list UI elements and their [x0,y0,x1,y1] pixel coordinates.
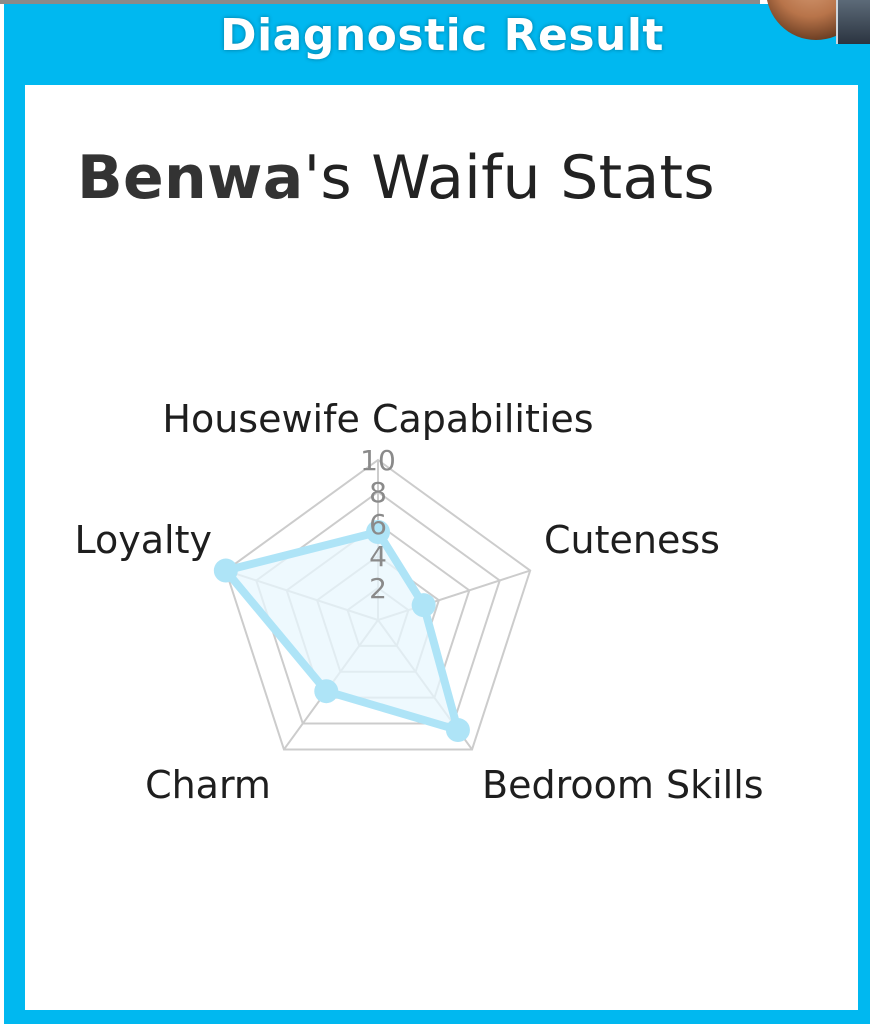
radar-series [213,520,470,743]
radar-axis-label: Loyalty [75,518,212,562]
radar-tick-label: 10 [360,444,396,477]
radar-tick-label: 4 [369,540,387,573]
radar-point [213,558,238,583]
radar-point [445,718,470,743]
radar-axis-label: Charm [145,763,271,807]
radar-axis-label: Housewife Capabilities [162,397,593,441]
radar-tick-label: 2 [369,572,387,605]
radar-axis-label: Bedroom Skills [482,763,764,807]
radar-tick-label: 6 [369,508,387,541]
radar-point [314,679,339,704]
radar-chart: 246810 Housewife Capabilities Cuteness Bed… [75,397,764,807]
radar-axis-label: Cuteness [544,518,720,562]
radar-tick-label: 8 [369,476,387,509]
radar-point [411,593,436,618]
radar-series-area [221,528,462,735]
